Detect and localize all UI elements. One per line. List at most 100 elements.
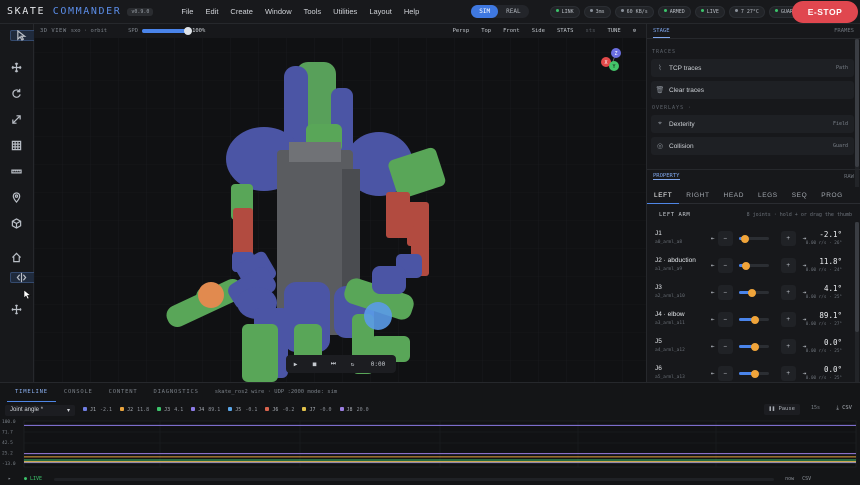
viewport-settings-button[interactable]: ⚙ [627,28,642,34]
tab-content[interactable]: CONTENT [101,383,146,402]
skip-button[interactable]: ⏭ [324,360,343,368]
legend-item[interactable]: J2 11.8 [120,407,149,413]
loop-button[interactable]: ↻ [343,361,362,368]
tab-right[interactable]: RIGHT [679,187,716,204]
joint-slider[interactable] [738,261,769,270]
view-front-button[interactable]: Front [497,28,526,34]
joint-min-icon[interactable]: ⇤ [711,289,715,296]
view-persp-button[interactable]: Persp [447,28,476,34]
3d-viewport[interactable]: Z X Y 3D VIEW sxo · orbit SPD 100% Persp… [34,24,646,382]
move-tool-button[interactable] [5,56,28,79]
joint-increment-button[interactable]: + [780,339,796,354]
joint-slider-thumb[interactable] [751,342,760,351]
menu-file[interactable]: File [175,7,199,16]
rotate-tool-button[interactable] [5,82,28,105]
joint-slider-thumb[interactable] [742,261,751,270]
csv-export-button[interactable]: ⤓ CSV [836,405,852,412]
joint-min-icon[interactable]: ⇤ [711,316,715,323]
joint-decrement-button[interactable]: − [717,285,733,300]
joint-scrollbar[interactable] [855,222,859,382]
tcp-traces-row[interactable]: ⌇ TCP traces Path [651,59,854,77]
joint-slider[interactable] [738,369,769,378]
timeline-plot[interactable]: 100.0 71.7 42.5 25.2 -13.0 [0,419,860,469]
joint-decrement-button[interactable]: − [717,312,733,327]
joint-slider-thumb[interactable] [751,369,760,378]
tab-legs[interactable]: LEGS [751,187,785,204]
legend-item[interactable]: J1 -2.1 [83,407,112,413]
speed-slider-thumb[interactable] [184,27,193,35]
joint-increment-button[interactable]: + [780,231,796,246]
tab-raw[interactable]: RAW [844,174,854,180]
drag-tool-button[interactable] [5,298,28,321]
grid-tool-button[interactable] [5,134,28,157]
tab-diagnostics[interactable]: DIAGNOSTICS [145,383,206,402]
joint-slider[interactable] [738,315,769,324]
tab-seq[interactable]: SEQ [785,187,815,204]
joint-slider-thumb[interactable] [748,288,757,297]
tab-frames[interactable]: FRAMES [834,28,854,34]
mode-real-button[interactable]: REAL [498,5,528,18]
mode-sim-button[interactable]: SIM [471,5,499,18]
menu-tools[interactable]: Tools [298,7,328,16]
joint-increment-button[interactable]: + [780,285,796,300]
play-button[interactable]: ▶ [286,361,305,368]
legend-item[interactable]: J3 4.1 [157,407,183,413]
ruler-tool-button[interactable] [5,160,28,183]
home-tool-button[interactable] [5,246,28,269]
joint-min-icon[interactable]: ⇤ [711,262,715,269]
scale-tool-button[interactable] [5,108,28,131]
status-play-icon[interactable]: ▸ [8,476,11,482]
joint-slider[interactable] [738,342,769,351]
joint-min-icon[interactable]: ⇤ [711,343,715,350]
stats-button[interactable]: STATS [551,28,580,34]
tab-property[interactable]: PROPERTY [653,173,680,180]
stop-button[interactable]: ■ [305,361,324,368]
dexterity-row[interactable]: ⌖ Dexterity Field [651,115,854,133]
menu-create[interactable]: Create [224,7,259,16]
tab-head[interactable]: HEAD [717,187,751,204]
legend-item[interactable]: J5 -0.1 [228,407,257,413]
sts-button[interactable]: sts [580,28,602,34]
joint-decrement-button[interactable]: − [717,258,733,273]
clear-traces-row[interactable]: 🗑 Clear traces [651,81,854,99]
status-csv-label[interactable]: CSV [802,476,811,482]
joint-slider[interactable] [738,288,769,297]
joint-decrement-button[interactable]: − [717,231,733,246]
collision-row[interactable]: ◎ Collision Guard [651,137,854,155]
signal-select[interactable]: Joint angle * ▾ [5,404,75,416]
legend-item[interactable]: J8 20.0 [339,407,369,413]
view-top-button[interactable]: Top [475,28,497,34]
estop-button[interactable]: E-STOP [792,1,858,23]
joint-increment-button[interactable]: + [780,366,796,381]
legend-item[interactable]: J7 -0.0 [302,407,332,413]
cube-tool-button[interactable] [5,212,28,235]
view-side-button[interactable]: Side [526,28,551,34]
menu-window[interactable]: Window [259,7,298,16]
joint-min-icon[interactable]: ⇤ [711,370,715,377]
joint-slider[interactable] [738,234,769,243]
tab-left[interactable]: LEFT [647,187,680,204]
joint-increment-button[interactable]: + [780,312,796,327]
joint-slider-thumb[interactable] [740,234,749,243]
menu-utilities[interactable]: Utilities [327,7,363,16]
tune-button[interactable]: TUNE [601,28,626,34]
legend-item[interactable]: J6 -0.2 [265,407,294,413]
joint-decrement-button[interactable]: − [717,339,733,354]
joint-increment-button[interactable]: + [780,258,796,273]
scrub-track[interactable] [54,477,775,481]
tab-timeline[interactable]: TIMELINE [7,383,56,402]
pin-tool-button[interactable] [5,186,28,209]
joint-min-icon[interactable]: ⇤ [711,235,715,242]
tab-stage[interactable]: STAGE [653,28,670,38]
tab-console[interactable]: CONSOLE [56,383,101,402]
menu-help[interactable]: Help [398,7,425,16]
menu-edit[interactable]: Edit [199,7,224,16]
menu-layout[interactable]: Layout [363,7,398,16]
joint-decrement-button[interactable]: − [717,366,733,381]
speed-slider[interactable] [142,27,193,35]
joint-slider-thumb[interactable] [751,315,760,324]
legend-item[interactable]: J4 89.1 [191,407,220,413]
pause-button[interactable]: ❚❚ Pause [763,404,800,415]
stage-scrollbar[interactable] [855,39,859,187]
tab-prog[interactable]: PROG [814,187,850,204]
